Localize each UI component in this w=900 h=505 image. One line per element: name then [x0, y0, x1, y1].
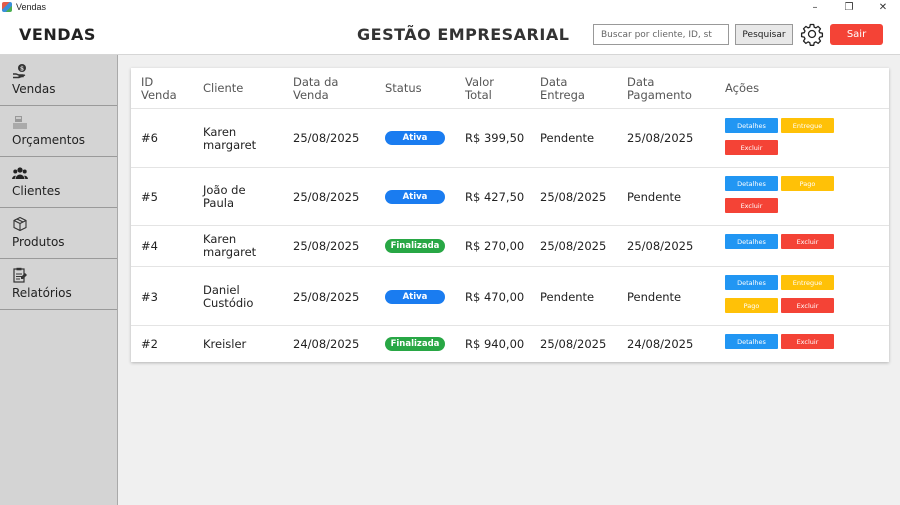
delivery-date: 25/08/2025 [540, 337, 607, 351]
col-header-id: ID Venda [141, 75, 177, 102]
app-name: GESTÃO EMPRESARIAL [357, 25, 570, 44]
col-header-payment: Data Pagamento [627, 75, 692, 102]
payment-date: Pendente [627, 190, 682, 204]
users-icon [12, 167, 28, 179]
cash-register-icon [13, 116, 27, 129]
report-icon [13, 267, 27, 283]
client-name: Karen margaret [203, 232, 257, 259]
sidebar-item-label: Produtos [12, 235, 65, 249]
status-badge: Ativa [385, 131, 445, 145]
sale-id: #6 [141, 131, 158, 145]
table-row: #2 Kreisler 24/08/2025 Finalizada R$ 940… [131, 326, 889, 362]
gear-icon[interactable] [800, 22, 824, 46]
logout-button[interactable]: Sair [830, 24, 883, 45]
details-button[interactable]: Detalhes [725, 234, 778, 249]
delivery-date: Pendente [540, 131, 595, 145]
sidebar-item-produtos[interactable]: Produtos [0, 208, 117, 259]
window-titlebar: Vendas – ❐ ✕ [0, 0, 900, 14]
status-badge: Ativa [385, 290, 445, 304]
page-title: VENDAS [19, 25, 96, 44]
sale-id: #2 [141, 337, 158, 351]
col-header-status: Status [385, 81, 422, 95]
sale-id: #3 [141, 290, 158, 304]
sidebar-item-label: Clientes [12, 184, 61, 198]
details-button[interactable]: Detalhes [725, 176, 778, 191]
app-icon [2, 2, 12, 12]
client-name: João de Paula [203, 183, 246, 210]
client-name: Kreisler [203, 337, 247, 351]
search-input[interactable] [593, 24, 729, 45]
sale-id: #5 [141, 190, 158, 204]
window-title: Vendas [16, 2, 47, 12]
minimize-icon[interactable]: – [798, 0, 832, 14]
details-button[interactable]: Detalhes [725, 118, 778, 133]
sales-table: ID Venda Cliente Data da Venda Status Valo… [131, 68, 889, 362]
mark-delivered-button[interactable]: Entregue [781, 275, 834, 290]
sidebar-item-vendas[interactable]: $ Vendas [0, 55, 117, 106]
delivery-date: 25/08/2025 [540, 239, 607, 253]
window-controls: – ❐ ✕ [798, 0, 900, 14]
delete-button[interactable]: Excluir [725, 198, 778, 213]
status-badge: Finalizada [385, 337, 445, 351]
delete-button[interactable]: Excluir [781, 298, 834, 313]
sidebar: $ Vendas Orçamentos Clientes Produtos Re… [0, 55, 118, 505]
sidebar-item-orcamentos[interactable]: Orçamentos [0, 106, 117, 157]
col-header-actions: Ações [725, 81, 760, 95]
col-header-total: Valor Total [465, 75, 494, 102]
table-row: #4 Karen margaret 25/08/2025 Finalizada R… [131, 226, 889, 267]
mark-paid-button[interactable]: Pago [781, 176, 834, 191]
details-button[interactable]: Detalhes [725, 275, 778, 290]
search-button[interactable]: Pesquisar [735, 24, 793, 45]
total-value: R$ 427,50 [465, 190, 525, 204]
svg-text:$: $ [20, 66, 24, 73]
payment-date: Pendente [627, 290, 682, 304]
total-value: R$ 399,50 [465, 131, 525, 145]
sale-date: 25/08/2025 [293, 239, 360, 253]
delivery-date: Pendente [540, 290, 595, 304]
sidebar-item-label: Orçamentos [12, 133, 86, 147]
sale-date: 25/08/2025 [293, 190, 360, 204]
sidebar-item-label: Relatórios [12, 286, 72, 300]
col-header-sale-date: Data da Venda [293, 75, 339, 102]
table-row: #6 Karen margaret 25/08/2025 Ativa R$ 399… [131, 109, 889, 168]
total-value: R$ 940,00 [465, 337, 525, 351]
money-hand-icon: $ [13, 64, 26, 79]
total-value: R$ 470,00 [465, 290, 525, 304]
col-header-delivery: Data Entrega [540, 75, 585, 102]
mark-paid-button[interactable]: Pago [725, 298, 778, 313]
app-header: VENDAS GESTÃO EMPRESARIAL Pesquisar Sair [0, 14, 900, 55]
table-row: #5 João de Paula 25/08/2025 Ativa R$ 427,… [131, 168, 889, 226]
client-name: Daniel Custódio [203, 283, 254, 310]
box-icon [13, 216, 27, 232]
close-icon[interactable]: ✕ [866, 0, 900, 14]
payment-date: 24/08/2025 [627, 337, 694, 351]
sale-id: #4 [141, 239, 158, 253]
client-name: Karen margaret [203, 125, 257, 152]
delivery-date: 25/08/2025 [540, 190, 607, 204]
sidebar-item-label: Vendas [12, 82, 56, 96]
details-button[interactable]: Detalhes [725, 334, 778, 349]
sale-date: 25/08/2025 [293, 290, 360, 304]
delete-button[interactable]: Excluir [781, 234, 834, 249]
table-header: ID Venda Cliente Data da Venda Status Valo… [131, 68, 889, 109]
delete-button[interactable]: Excluir [781, 334, 834, 349]
col-header-client: Cliente [203, 81, 244, 95]
sidebar-item-relatorios[interactable]: Relatórios [0, 259, 117, 310]
restore-icon[interactable]: ❐ [832, 0, 866, 14]
mark-delivered-button[interactable]: Entregue [781, 118, 834, 133]
sale-date: 24/08/2025 [293, 337, 360, 351]
total-value: R$ 270,00 [465, 239, 525, 253]
delete-button[interactable]: Excluir [725, 140, 778, 155]
table-row: #3 Daniel Custódio 25/08/2025 Ativa R$ 47… [131, 267, 889, 326]
status-badge: Ativa [385, 190, 445, 204]
status-badge: Finalizada [385, 239, 445, 253]
payment-date: 25/08/2025 [627, 239, 694, 253]
sidebar-item-clientes[interactable]: Clientes [0, 157, 117, 208]
sale-date: 25/08/2025 [293, 131, 360, 145]
payment-date: 25/08/2025 [627, 131, 694, 145]
